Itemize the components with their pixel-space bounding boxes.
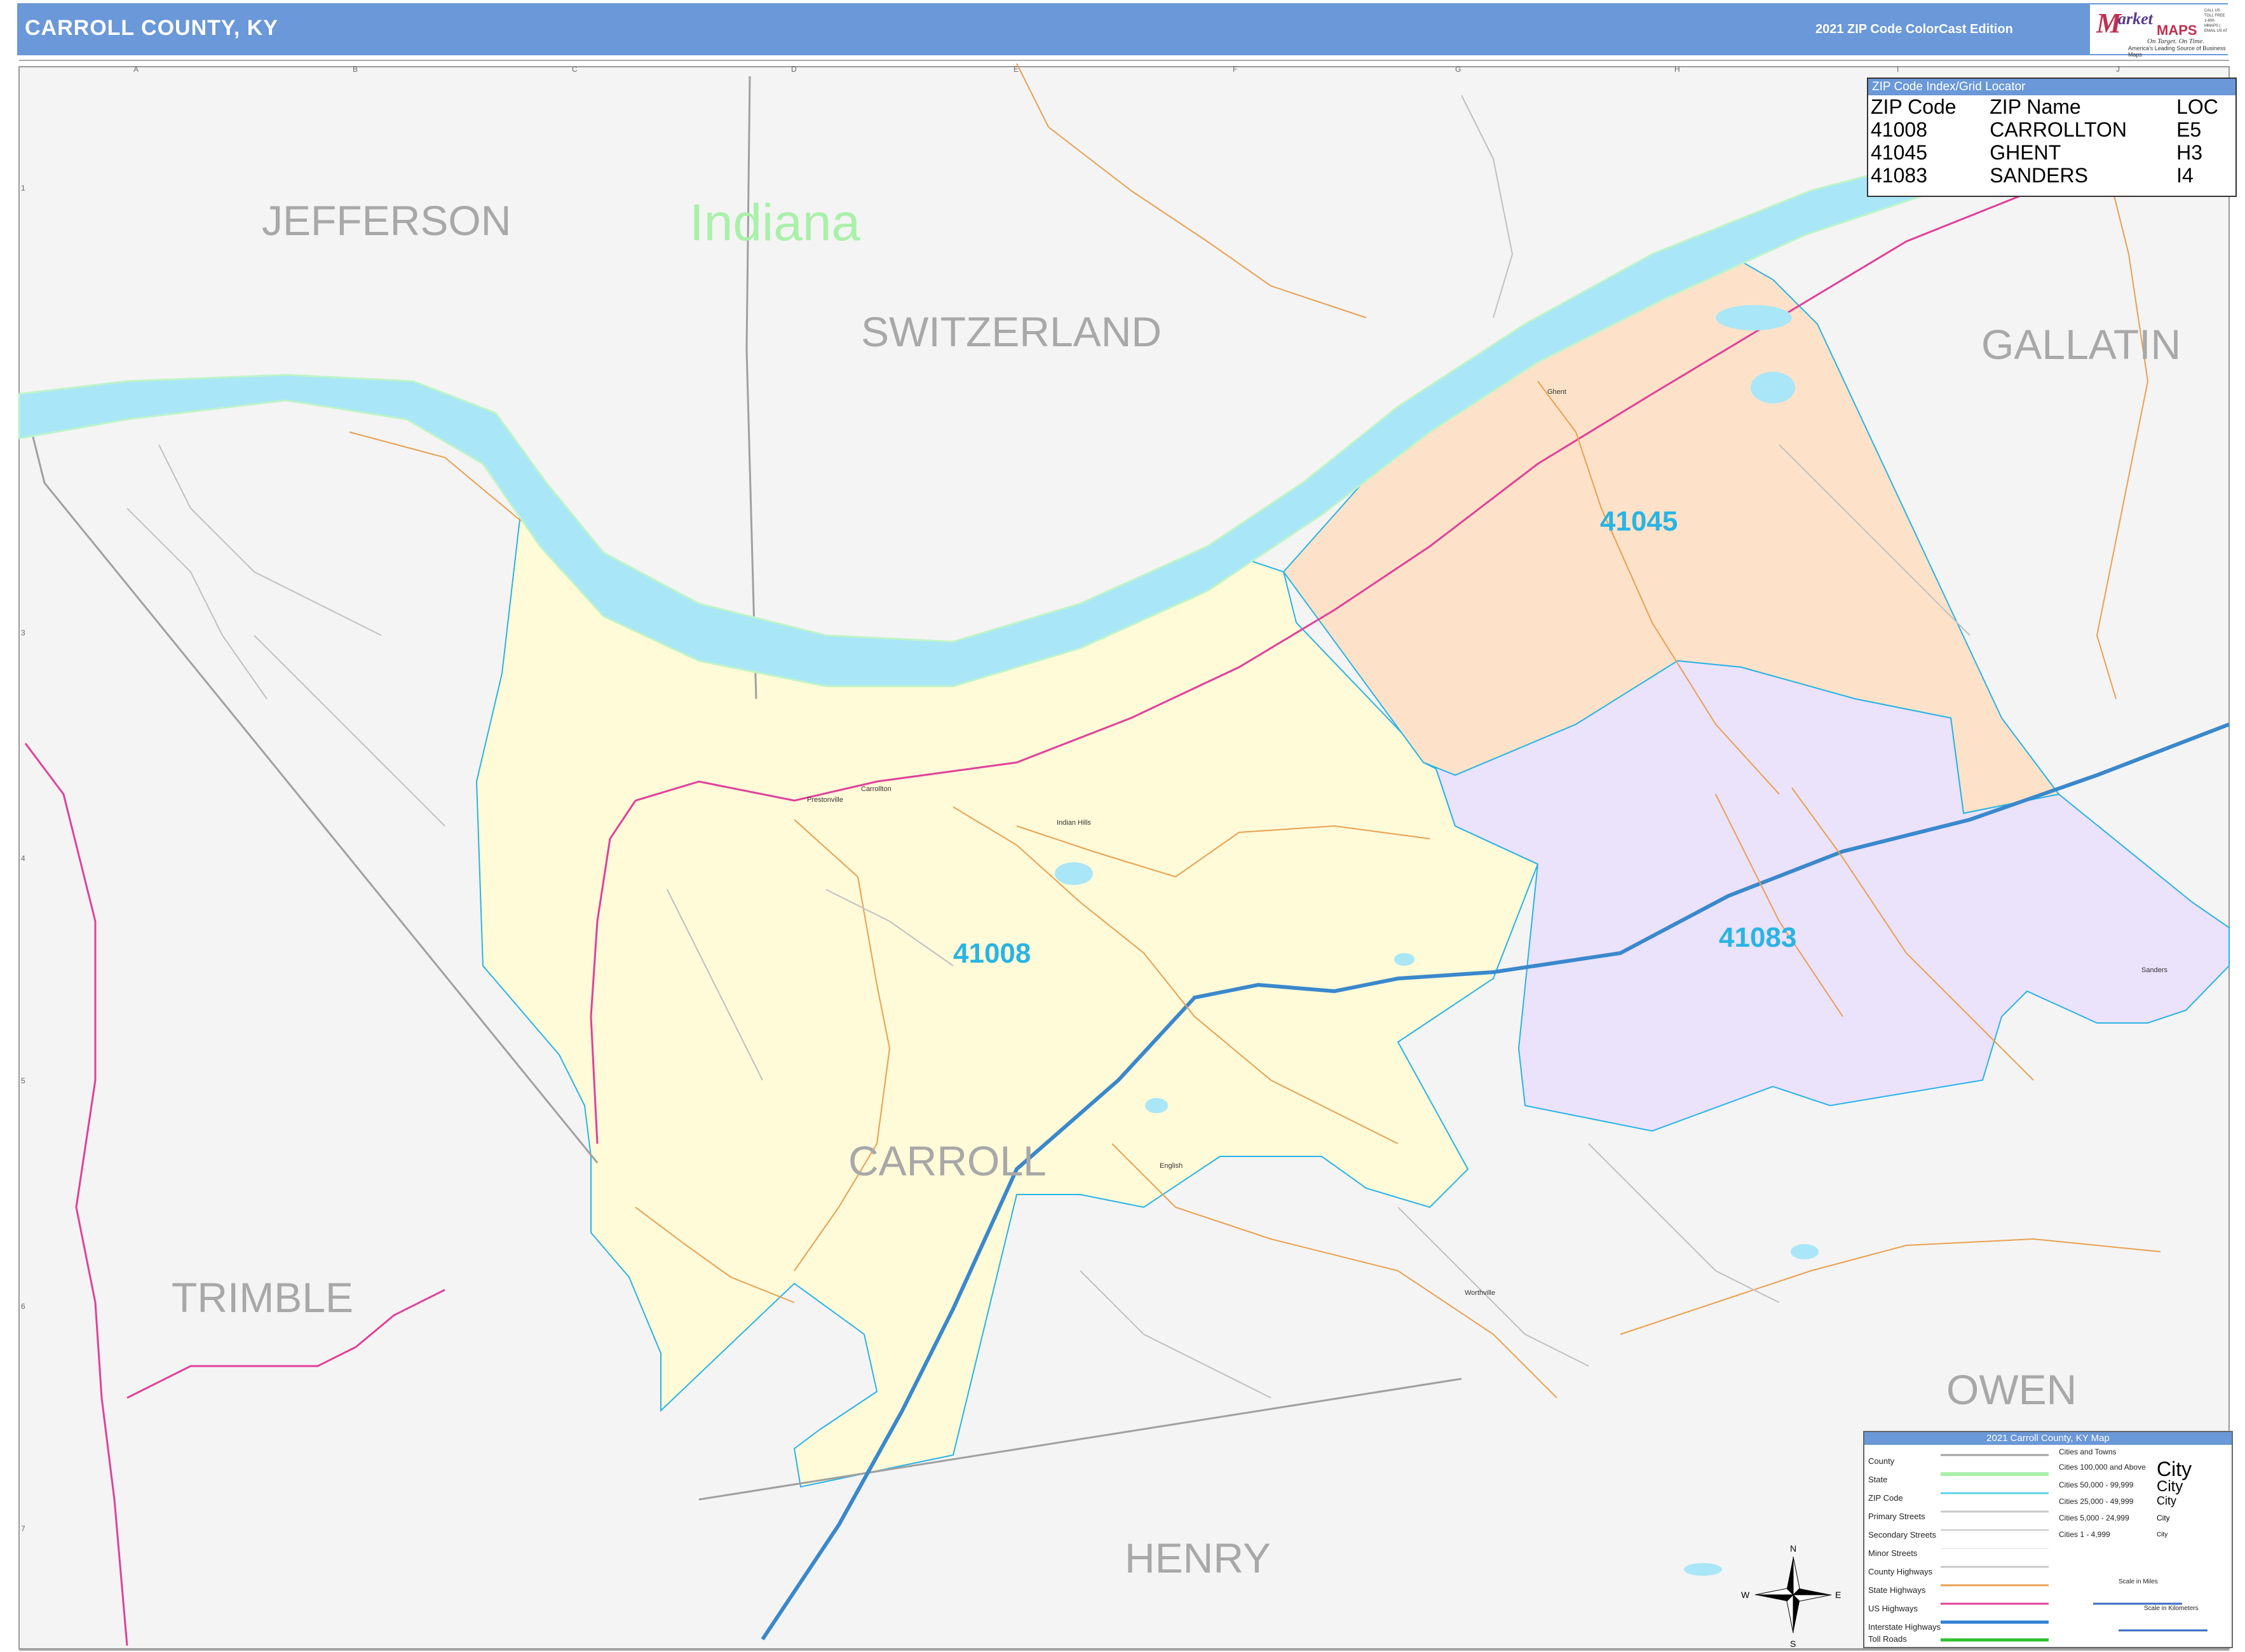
- compass-w: W: [1741, 1590, 1750, 1600]
- legend-scale-miles: Scale in Miles: [2119, 1578, 2158, 1585]
- zip-index-box: ZIP Code Index/Grid Locator ZIP Code ZIP…: [1867, 78, 2237, 197]
- zip-index-col-zip: ZIP Code: [1871, 95, 1957, 118]
- edition-label: 2021 ZIP Code ColorCast Edition: [1815, 22, 2013, 36]
- legend-county: County: [1868, 1456, 1895, 1466]
- legend-interstate: Interstate Highways: [1868, 1622, 1941, 1632]
- table-row: 41008 CARROLLTON E5: [1868, 118, 2235, 141]
- zip-index-col-name: ZIP Name: [1990, 95, 2081, 118]
- zip-code-cell: 41008: [1871, 118, 1927, 141]
- legend-zip: ZIP Code: [1868, 1493, 1903, 1503]
- zip-code-cell: 41083: [1871, 164, 1927, 187]
- logo-brand-bottom: MAPS: [2157, 22, 2197, 38]
- legend-city-size: Cities 5,000 - 24,999: [2059, 1513, 2129, 1522]
- zip-index-header-row: ZIP Code ZIP Name LOC: [1868, 95, 2235, 118]
- legend-secondary: Secondary Streets: [1868, 1530, 1936, 1540]
- zip-name-cell: SANDERS: [1990, 164, 2088, 187]
- legend-city-symbol: City: [2157, 1494, 2176, 1507]
- legend-city-size: Cities 25,000 - 49,999: [2059, 1497, 2134, 1506]
- town-english: English: [1160, 1162, 1183, 1170]
- grid-row-1: 1: [21, 184, 25, 193]
- legend-minor: Minor Streets: [1868, 1548, 1918, 1558]
- grid-row-5: 5: [21, 1076, 25, 1085]
- zip-loc-cell: E5: [2176, 118, 2202, 141]
- page-title: CARROLL COUNTY, KY: [25, 16, 278, 40]
- legend-city-size: Cities 1 - 4,999: [2059, 1530, 2110, 1539]
- zip-loc-cell: H3: [2176, 141, 2202, 164]
- zip-name-cell: GHENT: [1990, 141, 2061, 164]
- map-canvas: A B C D E F G H I J 1 2 3 4 5 6 7: [18, 60, 2230, 1651]
- legend-city-symbol: City: [2157, 1478, 2183, 1495]
- compass-s: S: [1790, 1639, 1796, 1649]
- logo-contact: CALL US TOLL FREE 1-800-MMAPS | EMAIL US…: [2204, 9, 2228, 33]
- compass-n: N: [1790, 1543, 1796, 1554]
- grid-row-3: 3: [21, 628, 25, 637]
- zip-code-cell: 41045: [1871, 141, 1927, 164]
- label-henry: HENRY: [1125, 1534, 1271, 1581]
- label-switzerland: SWITZERLAND: [861, 308, 1162, 355]
- town-indian-hills: Indian Hills: [1057, 819, 1091, 827]
- label-indiana: Indiana: [689, 194, 860, 252]
- zip-name-cell: CARROLLTON: [1990, 118, 2127, 141]
- logo-brand-top: arket: [2118, 10, 2153, 28]
- label-jefferson: JEFFERSON: [262, 197, 511, 244]
- zip-label-41083: 41083: [1719, 922, 1796, 953]
- legend-scale-km: Scale in Kilometers: [2144, 1605, 2199, 1612]
- header-bar: CARROLL COUNTY, KY 2021 ZIP Code ColorCa…: [17, 3, 2230, 58]
- grid-col-I: I: [1897, 65, 1899, 74]
- zip-label-41045: 41045: [1600, 506, 1678, 537]
- grid-col-G: G: [1455, 65, 1461, 74]
- legend-city-size: Cities 50,000 - 99,999: [2059, 1480, 2134, 1489]
- grid-row-7: 7: [21, 1524, 25, 1533]
- grid-col-C: C: [572, 65, 578, 74]
- grid-row-6: 6: [21, 1302, 25, 1311]
- legend-state-hwy: State Highways: [1868, 1585, 1926, 1595]
- grid-col-H: H: [1674, 65, 1680, 74]
- label-gallatin: GALLATIN: [1981, 321, 2181, 368]
- town-carrollton: Carrollton: [861, 785, 892, 793]
- zip-index-title: ZIP Code Index/Grid Locator: [1868, 79, 2235, 95]
- market-maps-logo: M arket MAPS On Target. On Time. America…: [2090, 4, 2230, 58]
- zip-label-41008: 41008: [953, 938, 1031, 969]
- grid-col-A: A: [133, 65, 139, 74]
- legend-city-symbol: City: [2157, 1531, 2168, 1538]
- grid-col-J: J: [2116, 65, 2120, 74]
- legend-state: State: [1868, 1475, 1888, 1484]
- town-ghent: Ghent: [1547, 388, 1566, 396]
- legend-title: 2021 Carroll County, KY Map: [1864, 1432, 2232, 1445]
- compass-e: E: [1835, 1590, 1841, 1600]
- legend-city-symbol: City: [2157, 1513, 2170, 1522]
- zip-loc-cell: I4: [2176, 164, 2194, 187]
- legend-primary: Primary Streets: [1868, 1512, 1925, 1521]
- map-legend: 2021 Carroll County, KY Map County State…: [1863, 1431, 2233, 1648]
- label-owen: OWEN: [1946, 1366, 2077, 1413]
- town-sanders: Sanders: [2141, 966, 2167, 974]
- logo-tagline: On Target. On Time.: [2147, 37, 2204, 45]
- town-prestonville: Prestonville: [807, 796, 843, 804]
- label-carroll: CARROLL: [848, 1137, 1047, 1184]
- grid-col-B: B: [353, 65, 358, 74]
- label-trimble: TRIMBLE: [172, 1274, 353, 1321]
- grid-row-4: 4: [21, 854, 25, 863]
- legend-us-hwy: US Highways: [1868, 1604, 1918, 1613]
- legend-toll: Toll Roads: [1868, 1634, 1907, 1644]
- zip-index-col-loc: LOC: [2176, 95, 2218, 118]
- table-row: 41083 SANDERS I4: [1868, 164, 2235, 187]
- grid-col-D: D: [791, 65, 797, 74]
- town-worthville: Worthville: [1465, 1289, 1495, 1297]
- grid-col-F: F: [1233, 65, 1237, 74]
- zip-index-table: ZIP Code ZIP Name LOC 41008 CARROLLTON E…: [1868, 95, 2235, 187]
- legend-county-hwy: County Highways: [1868, 1567, 1933, 1576]
- table-row: 41045 GHENT H3: [1868, 141, 2235, 164]
- logo-subline: America's Leading Source of Business Map…: [2128, 45, 2226, 58]
- legend-city-size: Cities 100,000 and Above: [2059, 1463, 2146, 1472]
- legend-cities-header: Cities and Towns: [2059, 1447, 2117, 1456]
